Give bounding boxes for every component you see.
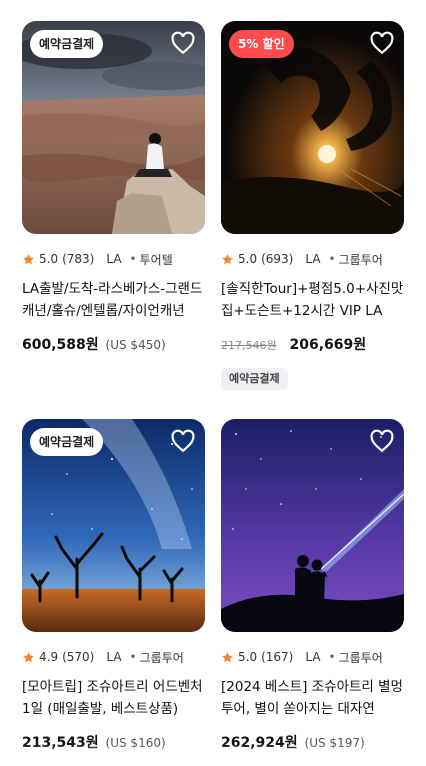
location-label: LA xyxy=(305,252,321,266)
product-grid: 예약금결제 5.0 (783) LA • 투어텔 LA출발/도착-라스베가스-그… xyxy=(0,0,426,766)
product-title[interactable]: [모아트립] 조슈아트리 어드벤처 1일 (매일출발, 베스트상품) xyxy=(22,676,205,720)
category-label: 그룹투어 xyxy=(338,252,383,267)
review-count: (167) xyxy=(261,650,294,664)
reservation-deposit-badge: 예약금결제 xyxy=(30,428,104,456)
separator-dot: • xyxy=(129,650,137,664)
star-icon xyxy=(23,651,34,662)
category-label: 그룹투어 xyxy=(338,650,383,665)
price-row: 600,588원 (US $450) xyxy=(22,334,205,354)
separator-dot: • xyxy=(328,252,336,266)
product-photo-grand-canyon[interactable]: 예약금결제 xyxy=(22,21,205,234)
separator-dot: • xyxy=(129,252,137,266)
heart-icon[interactable] xyxy=(369,30,395,56)
price-krw: 600,588원 xyxy=(22,337,99,353)
review-count: (783) xyxy=(62,252,95,266)
location-label: LA xyxy=(305,650,321,664)
review-count: (570) xyxy=(62,650,95,664)
rating-value: 5.0 xyxy=(238,650,258,664)
product-meta: 5.0 (783) LA • 투어텔 xyxy=(22,250,205,268)
product-meta: 5.0 (167) LA • 그룹투어 xyxy=(221,648,404,666)
product-title[interactable]: [솔직한Tour]+평점5.0+사진맛집+도슨트+12시간 VIP LA하... xyxy=(221,278,404,322)
bottom-fade xyxy=(0,744,426,766)
product-title[interactable]: [2024 베스트] 조슈아트리 별멍투어, 별이 쏟아지는 대자연 속... xyxy=(221,676,404,720)
product-photo-sunset-heart[interactable]: 5% 할인 xyxy=(221,21,404,234)
reservation-deposit-badge: 예약금결제 xyxy=(30,30,104,58)
original-price: 217,546원 xyxy=(221,339,277,352)
price-row: 217,546원 206,669원 xyxy=(221,334,404,354)
product-photo-stargazing[interactable] xyxy=(221,419,404,632)
product-photo-joshua-tree[interactable]: 예약금결제 xyxy=(22,419,205,632)
location-label: LA xyxy=(106,252,122,266)
heart-icon[interactable] xyxy=(369,428,395,454)
product-card[interactable]: 5% 할인 5.0 (693) LA • 그룹투어 [솔직한Tour]+평점5.… xyxy=(221,21,404,390)
discount-badge: 5% 할인 xyxy=(229,30,294,58)
product-meta: 5.0 (693) LA • 그룹투어 xyxy=(221,250,404,268)
reservation-deposit-tag: 예약금결제 xyxy=(221,368,288,390)
location-label: LA xyxy=(106,650,122,664)
star-icon xyxy=(222,253,233,264)
price-usd: (US $450) xyxy=(105,338,166,352)
product-title[interactable]: LA출발/도착-라스베가스-그랜드캐년/홀슈/엔텔롭/자이언캐년 2... xyxy=(22,278,205,322)
rating-value: 4.9 xyxy=(39,650,59,664)
star-icon xyxy=(222,651,233,662)
heart-icon[interactable] xyxy=(170,30,196,56)
category-label: 그룹투어 xyxy=(139,650,184,665)
price-krw: 206,669원 xyxy=(289,337,367,353)
separator-dot: • xyxy=(328,650,336,664)
product-card[interactable]: 예약금결제 4.9 (570) LA • 그룹투어 [모아트립] 조슈아트리 어… xyxy=(22,419,205,752)
category-label: 투어텔 xyxy=(139,252,173,267)
product-card[interactable]: 5.0 (167) LA • 그룹투어 [2024 베스트] 조슈아트리 별멍투… xyxy=(221,419,404,752)
rating-value: 5.0 xyxy=(39,252,59,266)
star-icon xyxy=(23,253,34,264)
product-meta: 4.9 (570) LA • 그룹투어 xyxy=(22,648,205,666)
review-count: (693) xyxy=(261,252,294,266)
heart-icon[interactable] xyxy=(170,428,196,454)
product-card[interactable]: 예약금결제 5.0 (783) LA • 투어텔 LA출발/도착-라스베가스-그… xyxy=(22,21,205,354)
rating-value: 5.0 xyxy=(238,252,258,266)
